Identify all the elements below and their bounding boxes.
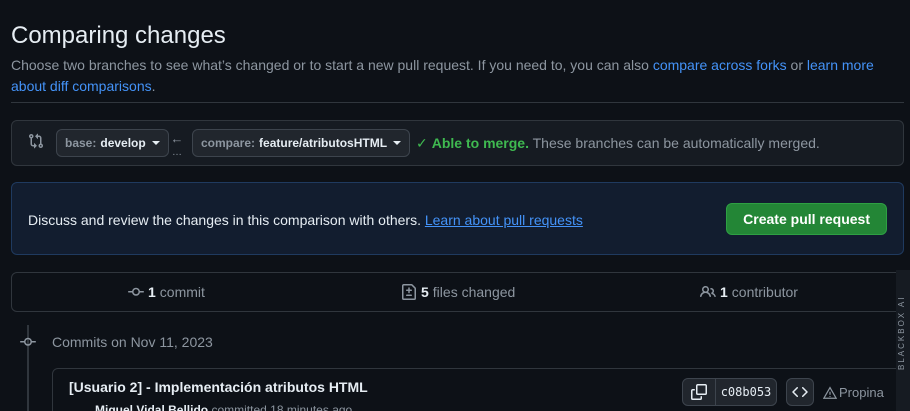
commit-title-link[interactable]: [Usuario 2] - Implementación atributos H… — [69, 379, 368, 395]
commit-meta: Miguel Vidal Bellido committed 18 minute… — [95, 403, 352, 411]
commits-count: 1 — [148, 284, 156, 300]
subtitle-end: . — [151, 78, 156, 94]
copy-sha-button[interactable] — [682, 378, 716, 406]
page-title: Comparing changes — [11, 22, 226, 49]
contributors-label: contributor — [731, 284, 798, 300]
contributors-stat[interactable]: 1 contributor — [700, 284, 798, 300]
commit-icon — [128, 287, 144, 296]
compare-forks-link[interactable]: compare across forks — [653, 57, 787, 73]
commits-stat[interactable]: 1 commit — [128, 284, 205, 300]
contributors-count: 1 — [720, 284, 728, 300]
browse-code-button[interactable] — [786, 378, 814, 406]
commit-author[interactable]: Miguel Vidal Bellido — [95, 403, 208, 411]
compare-value: feature/atributosHTML — [259, 136, 388, 150]
check-icon: ✓ — [416, 135, 428, 151]
create-pr-banner: Discuss and review the changes in this c… — [11, 182, 904, 255]
merge-status-desc: These branches can be automatically merg… — [528, 135, 820, 151]
people-icon — [700, 285, 716, 298]
commit-icon — [20, 337, 36, 346]
propina-label: Propina — [839, 385, 884, 400]
propina-button[interactable]: Propina — [823, 385, 884, 400]
divider — [11, 102, 904, 103]
warning-icon — [823, 385, 837, 399]
commit-item: [Usuario 2] - Implementación atributos H… — [52, 368, 904, 411]
copy-icon — [691, 384, 707, 400]
commits-date-heading: Commits on Nov 11, 2023 — [52, 334, 213, 350]
subtitle-or: or — [786, 57, 807, 73]
base-branch-select[interactable]: base: develop — [56, 129, 169, 157]
merge-status: ✓ Able to merge. These branches can be au… — [416, 135, 820, 152]
merge-status-label: Able to merge. — [431, 135, 529, 151]
file-diff-icon — [402, 284, 416, 300]
commit-sha-button[interactable]: c08b053 — [715, 378, 777, 406]
files-label: files changed — [432, 284, 516, 300]
code-icon — [792, 386, 808, 398]
files-count: 5 — [421, 284, 429, 300]
files-stat[interactable]: 5 files changed — [401, 284, 515, 300]
subtitle-text: Choose two branches to see what’s change… — [11, 57, 653, 73]
learn-pr-link[interactable]: Learn about pull requests — [425, 212, 583, 228]
blackbox-ai-sidebar-tab[interactable]: BLACKBOX AI — [896, 270, 910, 411]
base-label: base: — [65, 136, 97, 150]
banner-text: Discuss and review the changes in this c… — [28, 212, 583, 228]
ellipsis-icon: … — [172, 147, 182, 158]
caret-down-icon — [151, 141, 160, 145]
range-editor: base: develop ← … compare: feature/atrib… — [11, 120, 904, 166]
compare-branch-select[interactable]: compare: feature/atributosHTML — [192, 129, 411, 157]
page-subtitle: Choose two branches to see what’s change… — [11, 55, 891, 97]
commit-time: committed 18 minutes ago — [208, 403, 353, 411]
arrow-left-icon: ← — [170, 131, 184, 146]
banner-message: Discuss and review the changes in this c… — [28, 212, 425, 228]
create-pull-request-button[interactable]: Create pull request — [726, 203, 887, 235]
compare-label: compare: — [201, 136, 256, 150]
compare-stats: 1 commit 5 files changed 1 contributor — [11, 272, 904, 312]
caret-down-icon — [393, 141, 402, 145]
git-compare-icon — [29, 133, 44, 149]
commits-label: commit — [159, 284, 205, 300]
base-value: develop — [100, 136, 146, 150]
blackbox-ai-label: BLACKBOX AI — [897, 295, 906, 370]
